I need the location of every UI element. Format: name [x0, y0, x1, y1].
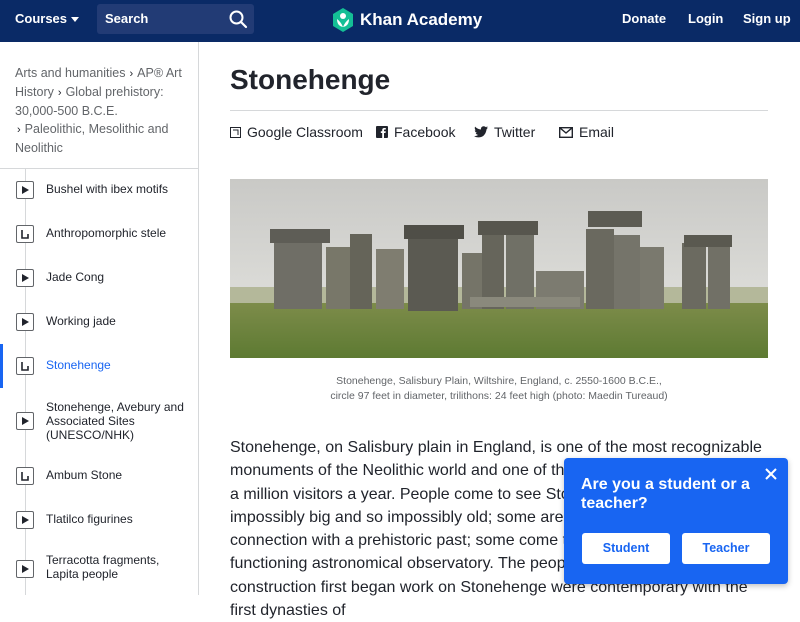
- play-icon: [16, 313, 34, 331]
- article-icon: [16, 357, 34, 375]
- student-button[interactable]: Student: [582, 533, 670, 564]
- email-icon: [559, 126, 573, 138]
- stonehenge-illustration: [230, 179, 768, 358]
- caption-line-1: Stonehenge, Salisbury Plain, Wiltshire, …: [336, 375, 662, 387]
- sidebar-item-jade-cong[interactable]: Jade Cong: [0, 256, 198, 300]
- search-icon[interactable]: [228, 9, 248, 29]
- breadcrumb: Arts and humanities › AP® Art History › Glob…: [0, 42, 198, 157]
- share-label: Facebook: [394, 124, 456, 140]
- facebook-share-button[interactable]: Facebook: [376, 124, 455, 140]
- close-icon[interactable]: [763, 466, 779, 482]
- page-title: Stonehenge: [230, 64, 391, 95]
- chevron-right-icon: ›: [17, 124, 21, 136]
- email-share-button[interactable]: Email: [559, 124, 614, 140]
- khan-academy-leaf-icon: [333, 8, 353, 32]
- courses-label: Courses: [15, 11, 68, 26]
- breadcrumb-item[interactable]: Paleolithic, Mesolithic and Neolithic: [15, 122, 169, 155]
- sidebar-item-ambum-stone[interactable]: Ambum Stone: [0, 454, 198, 498]
- courses-menu-button[interactable]: Courses: [15, 11, 80, 26]
- sidebar-item-tlatilco-figurines[interactable]: Tlatilco figurines: [0, 498, 198, 542]
- sidebar-item-terracotta-fragments[interactable]: Terracotta fragments, Lapita people: [0, 544, 198, 588]
- sidebar-item-label: Jade Cong: [46, 270, 105, 284]
- search-label: Search: [105, 11, 149, 26]
- share-label: Email: [579, 124, 615, 140]
- sidebar-item-label: Stonehenge: [46, 358, 111, 372]
- caption-line-2: circle 97 feet in diameter, trilithons: …: [330, 390, 668, 402]
- facebook-icon: [376, 126, 388, 138]
- sidebar: Arts and humanities › AP® Art History › Glob…: [0, 42, 199, 595]
- share-label: Google Classroom: [247, 124, 363, 140]
- play-icon: [16, 269, 34, 287]
- donate-link[interactable]: Donate: [622, 11, 666, 26]
- sidebar-item-label: Terracotta fragments, Lapita people: [46, 553, 160, 581]
- search-box[interactable]: Search: [97, 4, 254, 34]
- khan-academy-logo[interactable]: Khan Academy: [332, 7, 482, 33]
- top-nav-bar: Courses Search Khan Academy Donate Login…: [0, 0, 800, 42]
- google-classroom-share-button[interactable]: Google Classroom: [230, 124, 363, 140]
- sidebar-item-label: Ambum Stone: [46, 468, 123, 482]
- logo-text: Khan Academy: [360, 10, 483, 29]
- sidebar-item-working-jade[interactable]: Working jade: [0, 300, 198, 344]
- stonehenge-photo: [230, 179, 768, 358]
- breadcrumb-item[interactable]: Arts and humanities: [15, 66, 125, 80]
- login-link[interactable]: Login: [688, 11, 723, 26]
- chevron-right-icon: ›: [129, 68, 134, 80]
- twitter-icon: [474, 126, 488, 138]
- play-icon: [16, 181, 34, 199]
- popup-question: Are you a student or a teacher?: [581, 476, 750, 512]
- sidebar-item-label: Anthropomorphic stele: [46, 226, 167, 240]
- twitter-share-button[interactable]: Twitter: [474, 124, 535, 140]
- play-icon: [16, 511, 34, 529]
- article-icon: [16, 467, 34, 485]
- sidebar-item-stonehenge[interactable]: Stonehenge: [0, 344, 198, 388]
- chevron-down-icon: [71, 17, 80, 23]
- title-divider: [230, 110, 768, 111]
- chevron-right-icon: ›: [57, 87, 62, 99]
- photo-caption: Stonehenge, Salisbury Plain, Wiltshire, …: [230, 374, 768, 404]
- sidebar-item-label: Bushel with ibex motifs: [46, 182, 169, 196]
- share-label: Twitter: [494, 124, 536, 140]
- teacher-button[interactable]: Teacher: [682, 533, 770, 564]
- play-icon: [16, 412, 34, 430]
- play-icon: [16, 560, 34, 578]
- article-icon: [16, 225, 34, 243]
- student-teacher-popup: Are you a student or a teacher? Student …: [564, 458, 788, 584]
- sidebar-item-bushel-with-ibex-motifs[interactable]: Bushel with ibex motifs: [0, 168, 198, 212]
- signup-link[interactable]: Sign up: [743, 11, 791, 26]
- google-classroom-icon: [230, 126, 241, 138]
- sidebar-item-label: Working jade: [46, 314, 116, 328]
- sidebar-item-anthropomorphic-stele[interactable]: Anthropomorphic stele: [0, 212, 198, 256]
- sidebar-item-label: Stonehenge, Avebury and Associated Sites…: [46, 400, 184, 442]
- sidebar-item-label: Tlatilco figurines: [46, 512, 133, 526]
- sidebar-item-stonehenge-avebury-unesco[interactable]: Stonehenge, Avebury and Associated Sites…: [0, 388, 198, 452]
